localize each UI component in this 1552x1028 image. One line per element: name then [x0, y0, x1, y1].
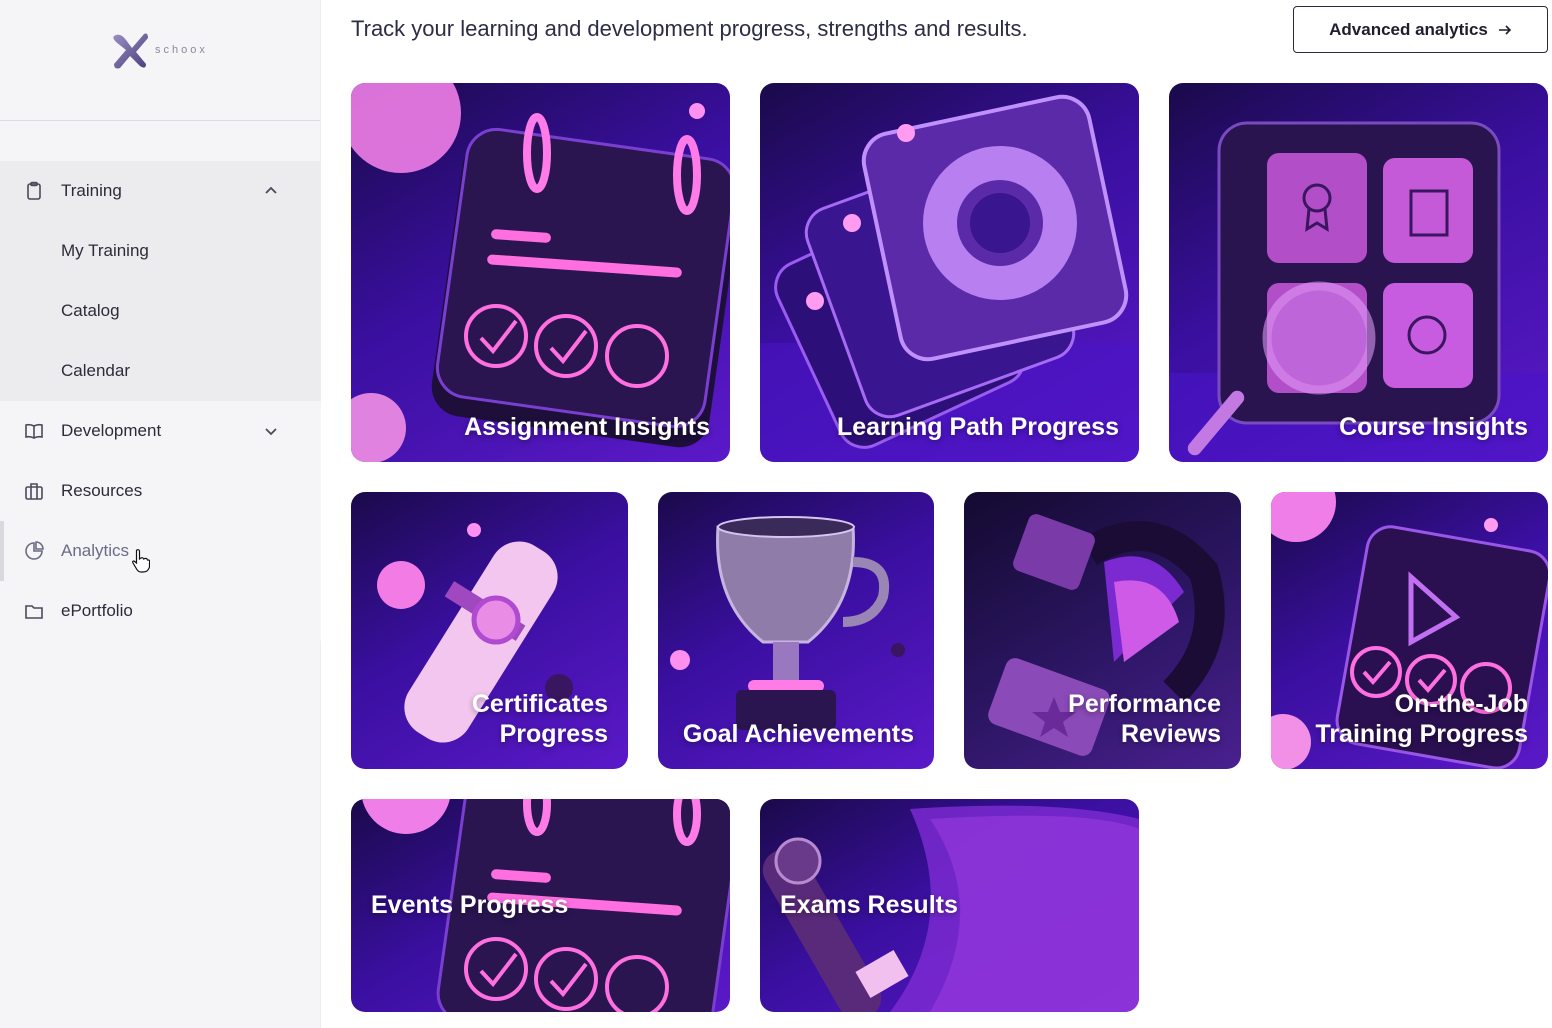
- tile-exams-results[interactable]: Exams Results: [760, 799, 1139, 1012]
- tile-title: Exams Results: [780, 891, 958, 919]
- page-subtitle: Track your learning and development prog…: [351, 16, 1028, 41]
- book-icon: [25, 423, 43, 439]
- calendar-illustration-icon: [351, 83, 730, 462]
- tile-learning-path-progress[interactable]: Learning Path Progress: [760, 83, 1139, 462]
- tile-performance-reviews[interactable]: Performance Reviews: [964, 492, 1241, 769]
- tile-course-insights[interactable]: Course Insights: [1169, 83, 1548, 462]
- tile-assignment-insights[interactable]: Assignment Insights: [351, 83, 730, 462]
- pie-chart-icon: [25, 541, 44, 560]
- briefcase-icon: [25, 483, 43, 500]
- clipboard-icon: [27, 181, 41, 200]
- sidebar-item-catalog[interactable]: Catalog: [0, 281, 321, 341]
- chevron-up-icon[interactable]: [263, 183, 279, 199]
- sidebar-item-development[interactable]: Development: [0, 401, 321, 461]
- sidebar-item-my-training[interactable]: My Training: [0, 221, 321, 281]
- sidebar-item-label: Catalog: [61, 301, 120, 320]
- tile-title-line1: Certificates: [471, 690, 608, 718]
- sidebar-item-label: Calendar: [61, 361, 130, 380]
- sidebar-item-analytics[interactable]: Analytics: [0, 521, 321, 581]
- tile-title-line2: Reviews: [1120, 720, 1221, 748]
- tile-goal-achievements[interactable]: Goal Achievements: [658, 492, 934, 769]
- tile-on-the-job-training-progress[interactable]: On-the-Job Training Progress: [1271, 492, 1548, 769]
- logo-area: schoox: [0, 0, 320, 121]
- sidebar-item-label: Training: [61, 181, 122, 200]
- sidebar-item-label: Development: [61, 421, 162, 440]
- course-grid-illustration-icon: [1169, 121, 1548, 462]
- hand-cursor-icon: [132, 549, 150, 573]
- tile-title: Certificates Progress: [472, 689, 608, 749]
- sidebar-item-eportfolio[interactable]: ePortfolio: [0, 581, 321, 641]
- arrow-right-icon: [1498, 24, 1512, 35]
- sidebar-nav: Training My Training Catalog Calendar De…: [0, 161, 321, 641]
- training-group: Training My Training Catalog Calendar: [0, 161, 321, 401]
- schoox-logo-icon[interactable]: [110, 30, 150, 70]
- tile-title: Events Progress: [371, 891, 569, 919]
- tile-certificates-progress[interactable]: Certificates Progress: [351, 492, 628, 769]
- sidebar-item-resources[interactable]: Resources: [0, 461, 321, 521]
- tile-events-progress[interactable]: Events Progress: [351, 799, 730, 1012]
- tile-title: Learning Path Progress: [836, 413, 1119, 441]
- donut-chart-illustration-icon: [760, 94, 1139, 462]
- sidebar-item-label: Analytics: [61, 541, 130, 560]
- tile-title: Assignment Insights: [464, 413, 710, 441]
- tile-title-line1: Performance: [1068, 690, 1221, 718]
- folder-icon: [25, 605, 43, 619]
- tile-title-line2: Progress: [499, 720, 608, 748]
- sidebar-item-training[interactable]: Training: [0, 161, 321, 221]
- tile-title: On-the-Job Training Progress: [1315, 689, 1528, 749]
- advanced-analytics-label: Advanced analytics: [1329, 19, 1488, 39]
- sidebar: schoox Training My Training Catalog Cale…: [0, 0, 321, 1028]
- sidebar-item-calendar[interactable]: Calendar: [0, 341, 321, 401]
- sidebar-item-label: ePortfolio: [61, 601, 133, 620]
- tile-title-line1: On-the-Job: [1394, 690, 1528, 718]
- tile-title-line2: Training Progress: [1315, 720, 1528, 748]
- tile-title: Goal Achievements: [682, 720, 914, 748]
- sidebar-item-label: My Training: [61, 241, 149, 260]
- tile-title: Course Insights: [1339, 413, 1528, 441]
- sidebar-item-label: Resources: [61, 481, 143, 500]
- logo-text: schoox: [155, 44, 208, 56]
- advanced-analytics-button[interactable]: Advanced analytics: [1293, 6, 1548, 53]
- tile-title: Performance Reviews: [1068, 689, 1221, 749]
- chevron-down-icon[interactable]: [263, 423, 279, 439]
